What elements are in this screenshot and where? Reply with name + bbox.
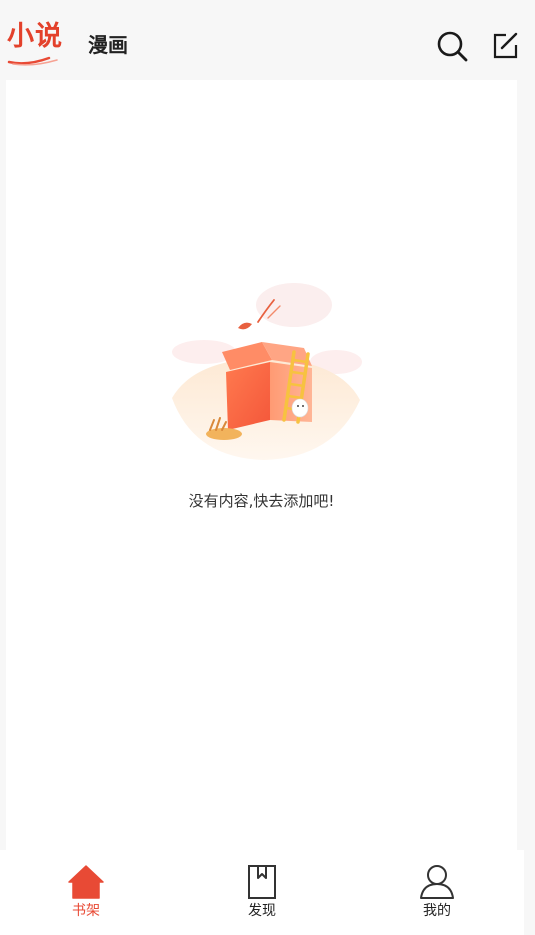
bookshelf-panel: 没有内容,快去添加吧! [6,80,517,850]
tab-novel[interactable]: 小说 [7,22,63,66]
nav-label-mine: 我的 [423,903,451,919]
search-icon [437,31,468,62]
edit-button[interactable] [487,28,523,64]
nav-item-bookshelf[interactable]: 书架 [46,862,126,920]
empty-box-illustration [172,283,362,460]
home-icon [66,862,106,902]
empty-message: 没有内容,快去添加吧! [188,492,335,510]
book-icon [242,862,282,902]
tab-novel-label: 小说 [7,21,63,52]
app-header: 小说 漫画 [0,0,535,80]
user-icon [417,862,457,902]
edit-icon [493,32,518,59]
nav-item-mine[interactable]: 我的 [397,862,477,920]
tab-comic[interactable]: 漫画 [88,33,128,57]
bottom-navigation: 书架 发现 我的 [0,850,524,935]
nav-label-bookshelf: 书架 [72,903,100,919]
nav-label-discover: 发现 [248,903,276,919]
nav-item-discover[interactable]: 发现 [222,862,302,920]
active-tab-underline [7,56,58,66]
search-button[interactable] [434,28,470,64]
